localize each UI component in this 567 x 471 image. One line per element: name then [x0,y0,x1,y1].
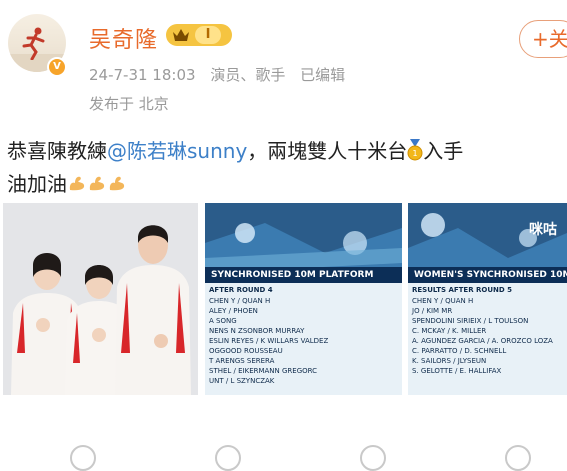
flexed-biceps-icon [109,176,125,191]
runner-icon [22,27,45,60]
flexed-biceps-icon [69,176,85,191]
scoreboard-subtitle: AFTER ROUND 4 [209,286,273,294]
post-image-athletes[interactable] [3,203,198,395]
verified-badge: V [47,57,67,77]
more-icon[interactable] [505,445,531,471]
level-number: I [195,26,221,44]
post-text-after-medal: 入手 [423,139,464,163]
like-icon[interactable] [360,445,386,471]
scoreboard-row: C. MCKAY / K. MILLER [412,327,487,335]
scoreboard-row: T ARENGS SERERA [209,357,275,365]
username[interactable]: 吴奇隆 [89,22,158,54]
mention-link[interactable]: @陈若琳sunny [107,139,247,163]
post-location: 发布于 北京 [89,95,169,113]
crown-icon [173,29,189,41]
scoreboard-row: SPENDOLINI SIRIEIX / L TOULSON [412,317,529,325]
scoreboard-row: A. AGUNDEZ GARCIA / A. OROZCO LOZA [412,337,553,345]
athletes-photo [3,203,198,395]
scoreboard-row: JO / KIM MR [412,307,453,315]
scoreboard-row: A SONG [209,317,237,325]
flexed-biceps-icon [89,176,105,191]
post-text: 恭喜陳教練@陈若琳sunny，兩塊雙人十米台 1 入手 油加油 [7,135,563,201]
gold-medal-icon: 1 [407,139,423,161]
svg-text:1: 1 [413,149,418,158]
post-line2: 油加油 [7,172,67,196]
post-text-after: ，兩塊雙人十米台 [247,139,408,163]
scoreboard-title: SYNCHRONISED 10M PLATFORM [205,267,402,283]
scoreboard-row: UNT / L SZYNCZAK [209,377,275,385]
follow-button[interactable]: +关 [519,20,567,58]
post-timestamp: 24-7-31 18:03 [89,66,196,84]
migu-logo: 咪咕 [529,222,557,238]
post-image-scoreboard-2[interactable]: 咪咕 WOMEN'S SYNCHRONISED 10M PLATFORM RES… [408,203,567,395]
scoreboard-row: K. SAILORS / JLYSEUN [412,357,487,365]
post-text-before: 恭喜陳教練 [7,139,107,163]
level-badge[interactable]: I [166,24,232,46]
scoreboard-row: NENS N ZSONBOR MURRAY [209,327,305,335]
user-role: 演员、歌手 [210,66,286,84]
scoreboard-row: ESLIN REYES / K WILLARS VALDEZ [209,337,329,345]
scoreboard-row: OGGOOD ROUSSEAU [209,347,283,355]
post-meta: 24-7-31 18:03 演员、歌手 已编辑 [89,64,355,85]
share-icon[interactable] [70,445,96,471]
scoreboard-subtitle: RESULTS AFTER ROUND 5 [412,286,513,294]
scoreboard-row: CHEN Y / QUAN H [412,297,474,305]
post-image-scoreboard-1[interactable]: SYNCHRONISED 10M PLATFORM AFTER ROUND 4 … [205,203,402,395]
scoreboard-row: STHEL / EIKERMANN GREGORC [209,367,318,375]
scoreboard-title: WOMEN'S SYNCHRONISED 10M PLATFORM [408,267,567,283]
scoreboard-row: ALEY / PHOEN [209,307,258,315]
edited-label[interactable]: 已编辑 [300,66,345,84]
scoreboard-row: S. GELOTTE / E. HALLIFAX [412,367,502,375]
comment-icon[interactable] [215,445,241,471]
scoreboard-row: C. PARRATTO / D. SCHNELL [412,347,507,355]
scoreboard-row: CHEN Y / QUAN H [209,297,271,305]
